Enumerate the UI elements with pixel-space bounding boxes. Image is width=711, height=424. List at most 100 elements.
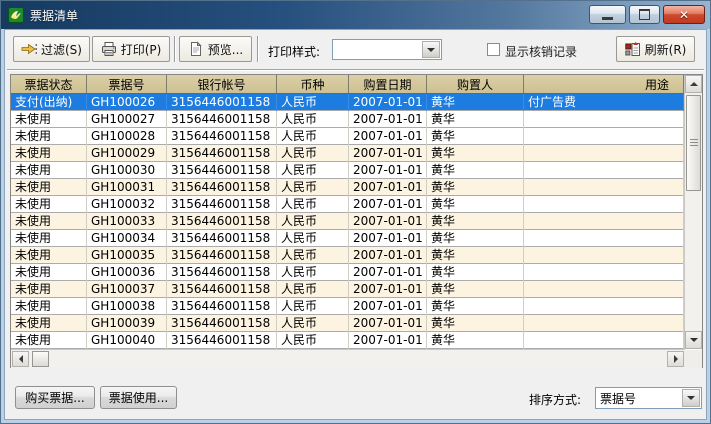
table-cell: 3156446001158: [167, 281, 277, 298]
table-cell: [524, 196, 684, 213]
table-cell: 人民币: [277, 281, 349, 298]
table-cell: 2007-01-01: [349, 145, 427, 162]
table-cell: 2007-01-01: [349, 128, 427, 145]
table-row[interactable]: 未使用GH1000293156446001158人民币2007-01-01黄华: [11, 145, 684, 162]
column-header-5[interactable]: 购置日期: [349, 75, 427, 93]
buy-bills-label: 购买票据...: [25, 389, 84, 406]
dropdown-arrow-icon[interactable]: [682, 389, 700, 407]
table-cell: 黄华: [427, 281, 524, 298]
table-cell: 未使用: [11, 315, 87, 332]
column-header-1[interactable]: 票据状态: [11, 75, 87, 93]
column-header-2[interactable]: 票据号: [87, 75, 167, 93]
sort-by-combobox[interactable]: 票据号: [595, 387, 702, 409]
table-cell: 3156446001158: [167, 213, 277, 230]
table-cell: GH100026: [87, 94, 167, 111]
titlebar[interactable]: 票据清单 ✕: [1, 1, 710, 29]
table-cell: 2007-01-01: [349, 315, 427, 332]
bill-table: 票据状态票据号银行帐号币种购置日期购置人用途 支付(出纳)GH100026315…: [10, 74, 703, 368]
table-row[interactable]: 未使用GH1000283156446001158人民币2007-01-01黄华: [11, 128, 684, 145]
table-row[interactable]: 支付(出纳)GH1000263156446001158人民币2007-01-01…: [11, 94, 684, 111]
table-cell: 人民币: [277, 196, 349, 213]
column-header-3[interactable]: 银行帐号: [167, 75, 277, 93]
buy-bills-button[interactable]: 购买票据...: [15, 386, 95, 409]
table-cell: 3156446001158: [167, 332, 277, 349]
table-row[interactable]: 未使用GH1000353156446001158人民币2007-01-01黄华: [11, 247, 684, 264]
table-cell: 2007-01-01: [349, 94, 427, 111]
table-cell: 未使用: [11, 247, 87, 264]
use-bills-button[interactable]: 票据使用...: [100, 386, 177, 409]
column-header-4[interactable]: 币种: [277, 75, 349, 93]
table-cell: 3156446001158: [167, 145, 277, 162]
table-cell: 黄华: [427, 264, 524, 281]
table-row[interactable]: 未使用GH1000343156446001158人民币2007-01-01黄华: [11, 230, 684, 247]
dropdown-arrow-icon[interactable]: [422, 41, 440, 58]
vertical-scrollbar-thumb[interactable]: [686, 95, 701, 191]
close-icon: ✕: [679, 9, 689, 21]
table-row[interactable]: 未使用GH1000373156446001158人民币2007-01-01黄华: [11, 281, 684, 298]
show-writeoff-checkbox[interactable]: [487, 43, 500, 56]
table-row[interactable]: 未使用GH1000273156446001158人民币2007-01-01黄华: [11, 111, 684, 128]
horizontal-scrollbar-thumb[interactable]: [32, 351, 49, 367]
vertical-scrollbar[interactable]: [684, 75, 702, 349]
maximize-icon: [639, 9, 650, 20]
table-row[interactable]: 未使用GH1000333156446001158人民币2007-01-01黄华: [11, 213, 684, 230]
table-cell: 人民币: [277, 298, 349, 315]
use-bills-label: 票据使用...: [109, 389, 168, 406]
refresh-icon: [625, 41, 641, 57]
arrow-up-icon: [690, 82, 698, 86]
table-cell: [524, 298, 684, 315]
table-cell: 3156446001158: [167, 298, 277, 315]
table-cell: 人民币: [277, 213, 349, 230]
table-row[interactable]: 未使用GH1000383156446001158人民币2007-01-01黄华: [11, 298, 684, 315]
table-cell: 3156446001158: [167, 111, 277, 128]
table-cell: [524, 230, 684, 247]
table-cell: 未使用: [11, 196, 87, 213]
column-header-6[interactable]: 购置人: [427, 75, 524, 93]
table-row[interactable]: 未使用GH1000363156446001158人民币2007-01-01黄华: [11, 264, 684, 281]
table-cell: 人民币: [277, 94, 349, 111]
app-logo-icon: [8, 7, 24, 23]
column-header-7[interactable]: 用途: [524, 75, 684, 93]
table-cell: 人民币: [277, 264, 349, 281]
table-cell: 未使用: [11, 145, 87, 162]
table-row[interactable]: 未使用GH1000393156446001158人民币2007-01-01黄华: [11, 315, 684, 332]
table-cell: GH100036: [87, 264, 167, 281]
table-row[interactable]: 未使用GH1000323156446001158人民币2007-01-01黄华: [11, 196, 684, 213]
table-cell: 2007-01-01: [349, 281, 427, 298]
table-cell: 2007-01-01: [349, 230, 427, 247]
filter-button[interactable]: 过滤(S): [13, 36, 90, 62]
table-cell: 黄华: [427, 230, 524, 247]
table-row[interactable]: 未使用GH1000313156446001158人民币2007-01-01黄华: [11, 179, 684, 196]
show-writeoff-label: 显示核销记录: [505, 43, 577, 60]
scroll-down-button[interactable]: [685, 331, 702, 349]
maximize-button[interactable]: [629, 5, 660, 24]
table-row[interactable]: 未使用GH1000303156446001158人民币2007-01-01黄华: [11, 162, 684, 179]
table-cell: 未使用: [11, 298, 87, 315]
sort-by-label: 排序方式:: [529, 391, 581, 408]
window-title: 票据清单: [30, 7, 78, 24]
table-cell: [524, 315, 684, 332]
table-cell: 人民币: [277, 332, 349, 349]
table-cell: 2007-01-01: [349, 213, 427, 230]
table-cell: 人民币: [277, 230, 349, 247]
preview-button[interactable]: 预览...: [179, 36, 252, 62]
minimize-button[interactable]: [589, 5, 626, 24]
table-row[interactable]: 未使用GH1000403156446001158人民币2007-01-01黄华: [11, 332, 684, 349]
table-cell: 2007-01-01: [349, 162, 427, 179]
table-cell: 黄华: [427, 332, 524, 349]
scroll-left-button[interactable]: [12, 351, 29, 367]
refresh-button[interactable]: 刷新(R): [616, 36, 695, 62]
table-cell: [524, 162, 684, 179]
print-style-combobox[interactable]: [332, 39, 442, 60]
table-cell: 3156446001158: [167, 264, 277, 281]
table-cell: 黄华: [427, 298, 524, 315]
scroll-up-button[interactable]: [685, 75, 702, 93]
scroll-right-button[interactable]: [667, 351, 684, 367]
horizontal-scrollbar[interactable]: [11, 349, 685, 368]
print-style-label: 打印样式:: [268, 43, 320, 60]
print-button[interactable]: 打印(P): [92, 36, 170, 62]
table-cell: 2007-01-01: [349, 111, 427, 128]
close-button[interactable]: ✕: [663, 5, 705, 24]
table-cell: 黄华: [427, 315, 524, 332]
table-cell: [524, 128, 684, 145]
